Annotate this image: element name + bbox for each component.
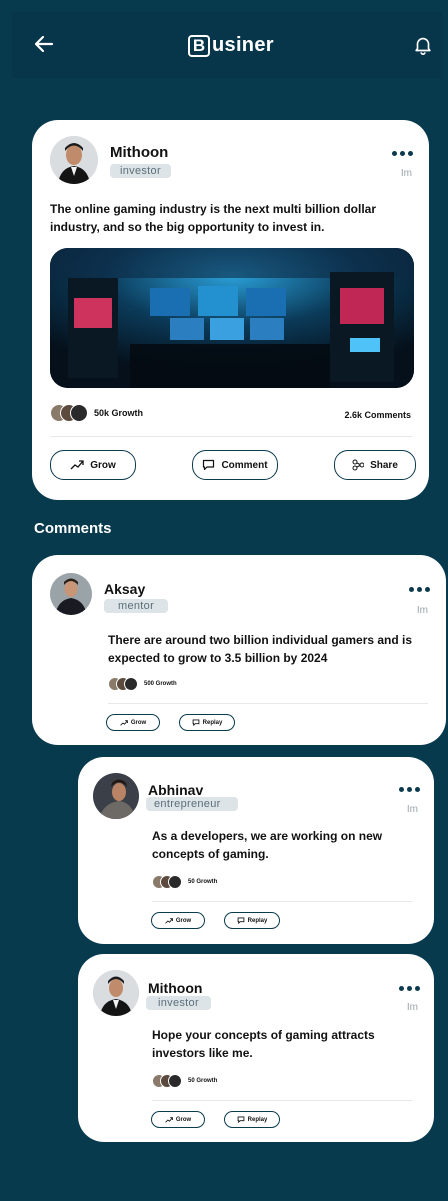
author-avatar[interactable]	[50, 136, 98, 184]
share-button-label: Share	[370, 459, 398, 471]
grow-button[interactable]: Grow	[50, 450, 136, 480]
person-photo-icon	[50, 573, 92, 615]
reply-author-avatar[interactable]	[93, 773, 139, 819]
comment-text: There are around two billion individual …	[108, 633, 413, 665]
comment-author-avatar[interactable]	[50, 573, 92, 615]
avatar-stack	[152, 1074, 182, 1088]
reply-grow-button[interactable]: Grow	[151, 912, 205, 929]
reply-author-role: investor	[146, 996, 211, 1010]
reply-growth-count: 50 Growth	[188, 1078, 218, 1084]
comment-card: Aksay mentor Im There are around two bil…	[32, 555, 446, 745]
avatar-stack	[108, 677, 138, 691]
post-growth-count: 50k Growth	[94, 408, 144, 418]
comment-bubble-icon	[192, 719, 200, 726]
reply-text: As a developers, we are working on new c…	[152, 829, 383, 861]
share-button[interactable]: Share	[334, 450, 416, 480]
reply-growth-count: 50 Growth	[188, 879, 218, 885]
more-options-icon[interactable]	[409, 587, 430, 592]
person-photo-icon	[50, 136, 98, 184]
comment-time: Im	[416, 605, 428, 616]
reply-reply-label: Replay	[247, 1116, 268, 1123]
app-frame: B usiner Mithoon investor Im The online …	[12, 12, 446, 1201]
reply-author-avatar[interactable]	[93, 970, 139, 1016]
comment-bubble-icon	[237, 1116, 245, 1123]
reply-reply-button[interactable]: Replay	[224, 912, 280, 929]
comment-growth[interactable]: 500 Growth	[108, 677, 177, 691]
reply-growth[interactable]: 50 Growth	[152, 1074, 217, 1088]
reply-author-name[interactable]: Abhinav	[148, 782, 203, 798]
share-icon	[352, 459, 365, 471]
post-card: Mithoon investor Im The online gaming in…	[32, 120, 429, 500]
reply-author-role: entrepreneur	[146, 797, 238, 811]
comment-grow-label: Grow	[130, 719, 147, 726]
comment-divider	[108, 703, 428, 704]
brand-logo-letter: B	[188, 34, 210, 57]
grow-button-label: Grow	[90, 459, 116, 471]
reply-card: Mithoon investor Im Hope your concepts o…	[78, 954, 434, 1142]
reply-grow-label: Grow	[175, 917, 192, 924]
comment-author-name[interactable]: Aksay	[104, 581, 145, 597]
reply-grow-button[interactable]: Grow	[151, 1111, 205, 1128]
comment-button[interactable]: Comment	[192, 450, 278, 480]
reply-grow-label: Grow	[175, 1116, 192, 1123]
top-bar: B usiner	[12, 12, 442, 78]
post-divider	[50, 436, 412, 437]
reply-text: Hope your concepts of gaming attracts in…	[152, 1028, 375, 1060]
reply-divider	[152, 1100, 412, 1101]
gaming-arcade-image[interactable]	[50, 248, 414, 388]
comments-heading: Comments	[34, 520, 112, 537]
comment-reply-label: Replay	[202, 719, 223, 726]
comment-grow-button[interactable]: Grow	[106, 714, 160, 731]
brand-logo: B usiner	[188, 34, 274, 57]
reply-card: Abhinav entrepreneur Im As a developers,…	[78, 757, 434, 944]
post-time: Im	[400, 168, 412, 179]
trend-up-icon	[120, 719, 128, 726]
comment-reply-button[interactable]: Replay	[179, 714, 235, 731]
comment-bubble-icon	[203, 459, 215, 471]
post-growth[interactable]: 50k Growth	[50, 404, 143, 422]
trend-up-icon	[165, 1116, 173, 1123]
post-comment-count[interactable]: 2.6k Comments	[344, 410, 411, 420]
comment-author-role: mentor	[104, 599, 169, 613]
back-arrow-icon[interactable]	[32, 32, 56, 56]
trend-up-icon	[165, 917, 173, 924]
more-options-icon[interactable]	[392, 151, 413, 156]
reply-time: Im	[406, 804, 418, 815]
person-photo-icon	[93, 773, 139, 819]
avatar-stack	[152, 875, 182, 889]
person-photo-icon	[93, 970, 139, 1016]
trend-up-icon	[70, 460, 84, 470]
reply-time: Im	[406, 1002, 418, 1013]
brand-logo-text: usiner	[212, 34, 274, 56]
arcade-scene-icon	[50, 248, 414, 388]
reply-author-name[interactable]: Mithoon	[148, 980, 202, 996]
reply-reply-button[interactable]: Replay	[224, 1111, 280, 1128]
author-role-badge: investor	[110, 164, 171, 178]
more-options-icon[interactable]	[399, 986, 420, 991]
more-options-icon[interactable]	[399, 787, 420, 792]
comment-bubble-icon	[237, 917, 245, 924]
reply-growth[interactable]: 50 Growth	[152, 875, 217, 889]
reply-reply-label: Replay	[247, 917, 268, 924]
avatar-stack	[50, 404, 88, 422]
reply-divider	[152, 901, 412, 902]
comment-growth-count: 500 Growth	[144, 681, 177, 687]
notification-bell-icon[interactable]	[412, 34, 434, 56]
author-name[interactable]: Mithoon	[110, 144, 168, 161]
comment-button-label: Comment	[221, 459, 268, 471]
post-text: The online gaming industry is the next m…	[50, 202, 377, 234]
